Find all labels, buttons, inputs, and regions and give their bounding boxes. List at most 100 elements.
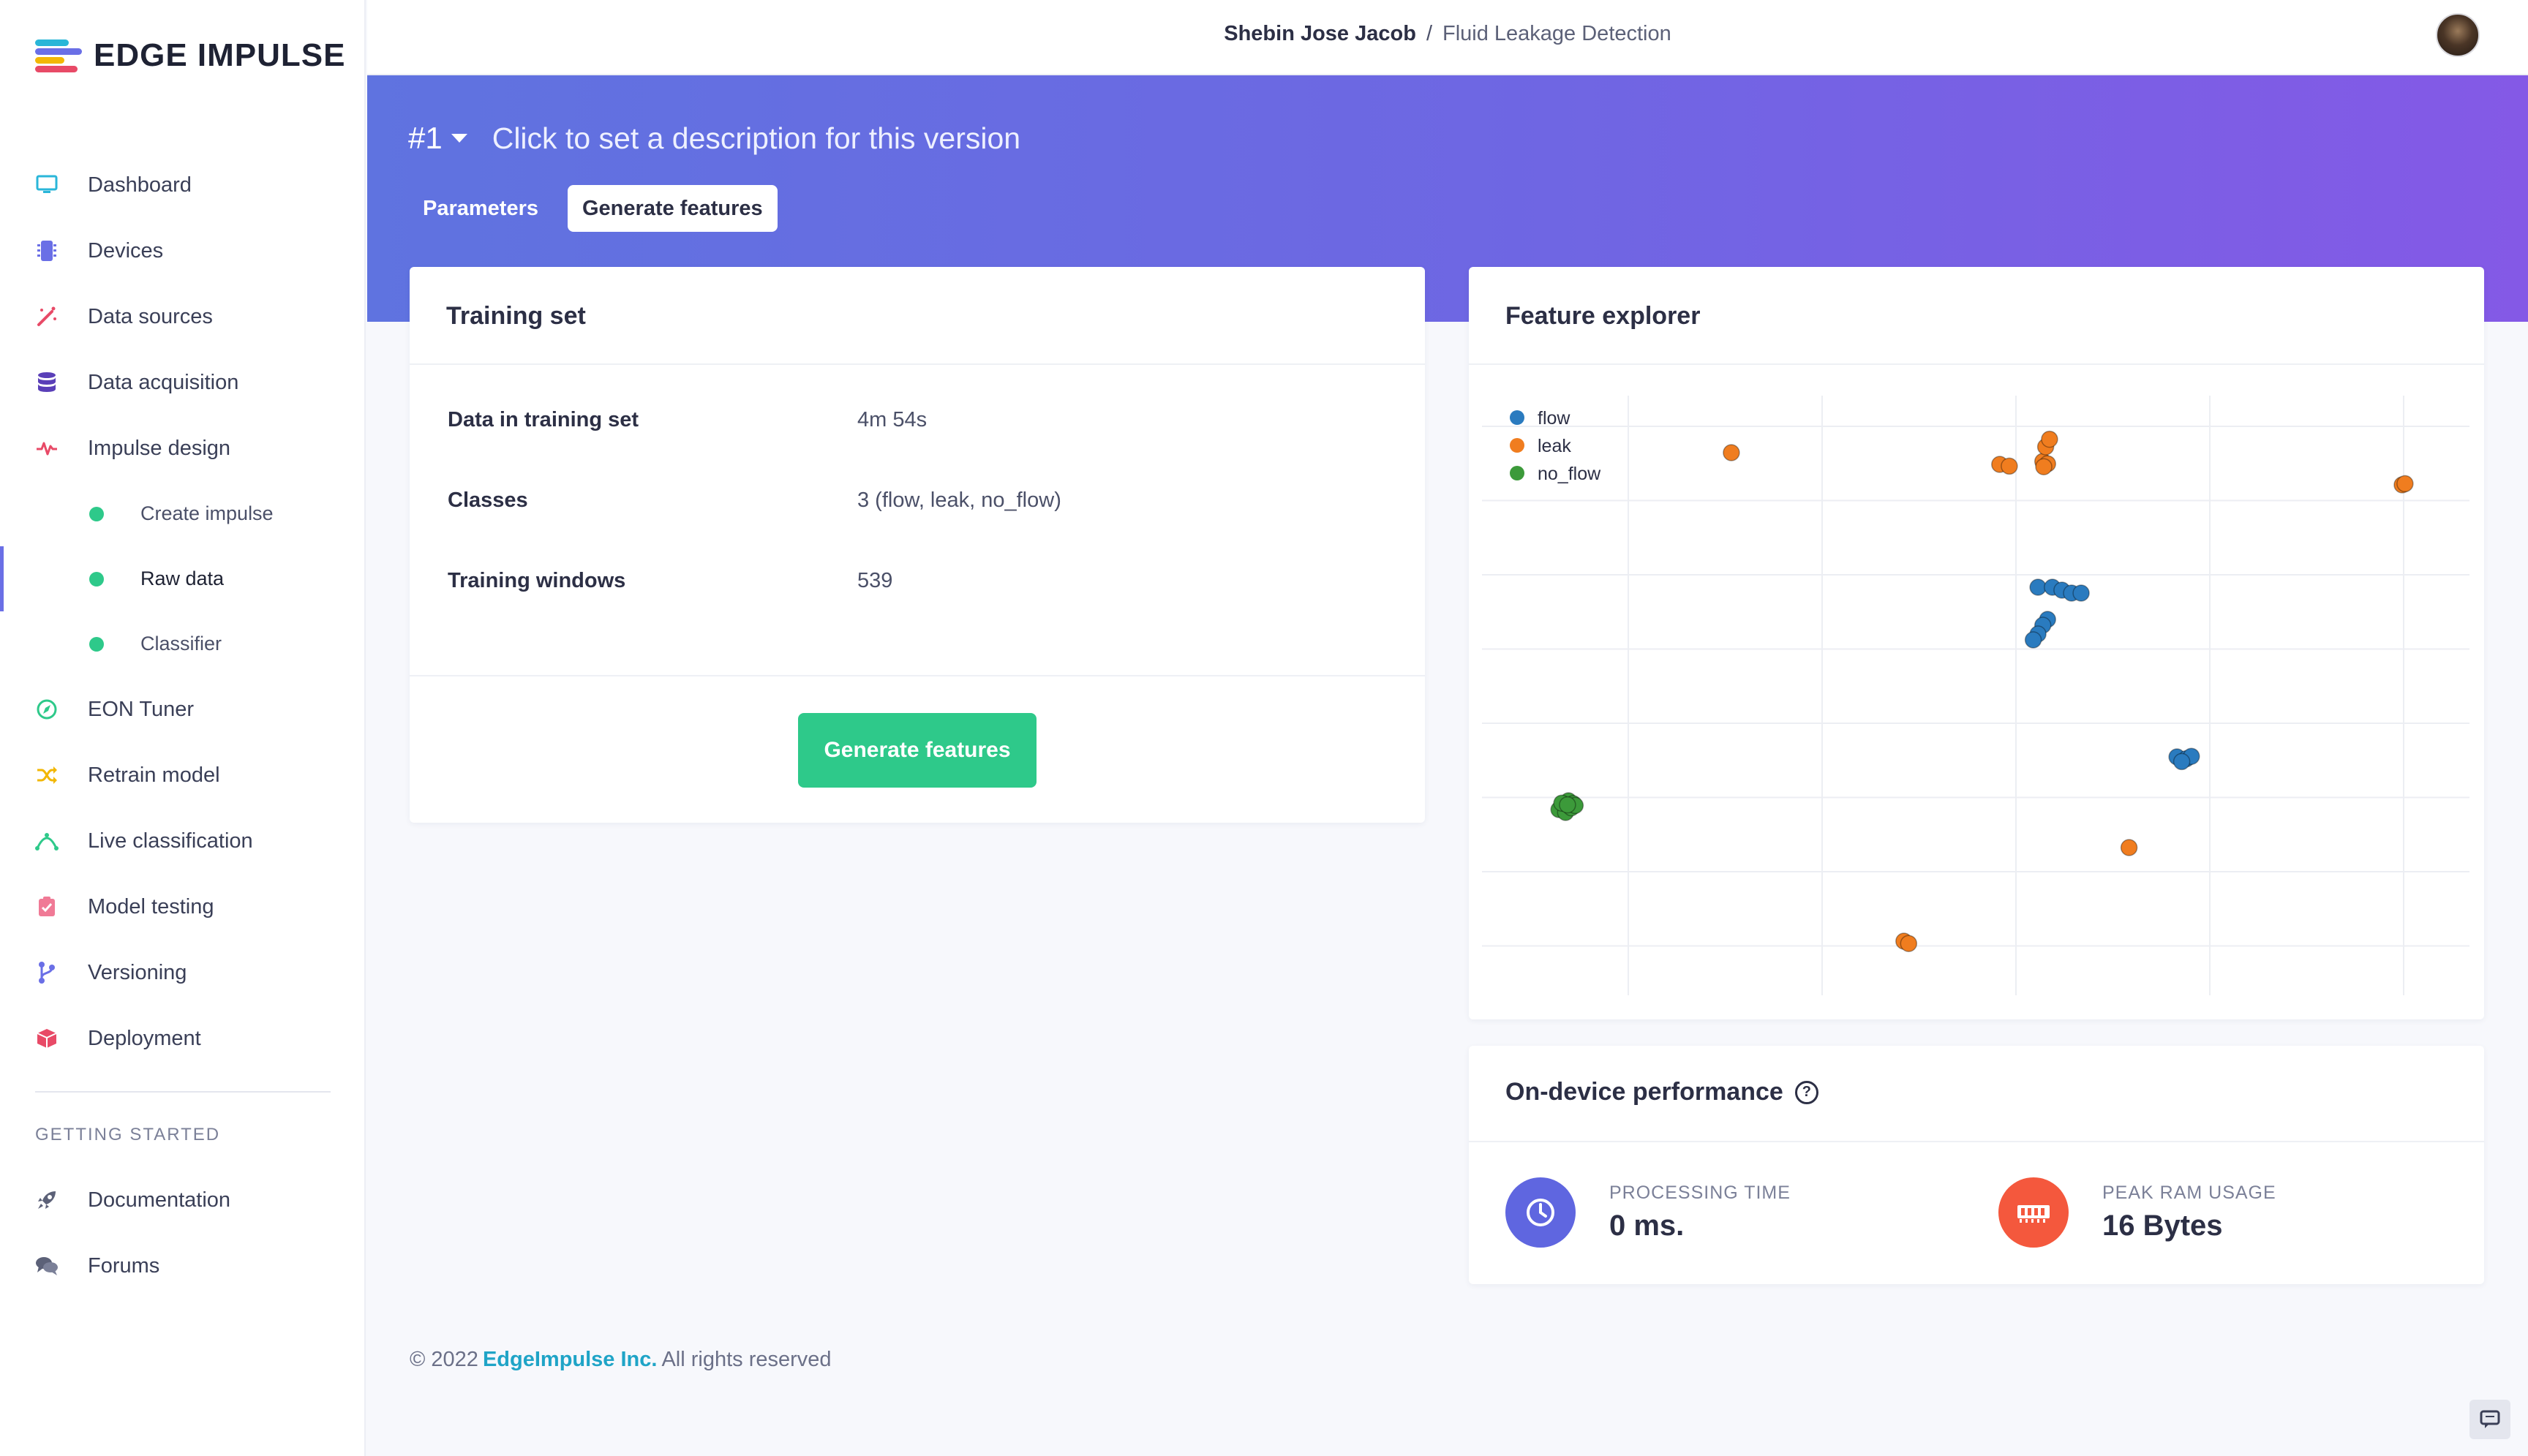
- scatter-point-leak[interactable]: [2035, 458, 2053, 475]
- sidebar-item-documentation[interactable]: Documentation: [0, 1167, 366, 1233]
- card-divider: [1469, 363, 2484, 365]
- generate-features-button[interactable]: Generate features: [798, 713, 1037, 788]
- footer: © 2022 EdgeImpulse Inc. All rights reserve…: [410, 1348, 832, 1372]
- sidebar-item-label: Devices: [88, 238, 164, 263]
- footer-rights: All rights reserved: [661, 1348, 832, 1371]
- breadcrumb-project[interactable]: Fluid Leakage Detection: [1442, 22, 1671, 45]
- legend-label-flow[interactable]: flow: [1538, 408, 1570, 429]
- sidebar-item-impulse-design[interactable]: Impulse design: [0, 415, 366, 481]
- sidebar-item-label: Documentation: [88, 1188, 231, 1212]
- legend-marker-flow: [1510, 410, 1524, 425]
- scatter-point-leak[interactable]: [2120, 839, 2138, 856]
- on-device-performance-card: On-device performance ? PROCESSING TIME …: [1469, 1046, 2484, 1284]
- pulse-icon: [35, 437, 59, 460]
- legend-marker-no_flow: [1510, 466, 1524, 480]
- legend-marker-leak: [1510, 438, 1524, 453]
- clock-icon: [1505, 1177, 1576, 1248]
- sidebar-item-eon-tuner[interactable]: EON Tuner: [0, 676, 366, 742]
- sidebar-item-label: Deployment: [88, 1026, 201, 1050]
- curve-icon: [35, 829, 59, 853]
- breadcrumb-owner[interactable]: Shebin Jose Jacob: [1224, 22, 1416, 45]
- scatter-point-flow[interactable]: [2029, 578, 2047, 596]
- sidebar-subitem-label: Raw data: [140, 567, 225, 589]
- rocket-icon: [35, 1188, 59, 1212]
- status-dot: [89, 506, 104, 521]
- sidebar-item-deployment[interactable]: Deployment: [0, 1006, 366, 1071]
- footer-company-link[interactable]: EdgeImpulse Inc.: [483, 1348, 658, 1371]
- avatar[interactable]: [2436, 13, 2480, 57]
- card-divider: [410, 675, 1425, 676]
- sidebar-nav: Dashboard Devices Data sources Data acqu…: [0, 152, 366, 1071]
- sidebar-item-versioning[interactable]: Versioning: [0, 940, 366, 1006]
- status-dot: [89, 571, 104, 586]
- scatter-point-leak[interactable]: [1900, 935, 1918, 952]
- compass-icon: [35, 698, 59, 721]
- top-bar: Shebin Jose Jacob / Fluid Leakage Detectio…: [367, 0, 2528, 75]
- git-branch-icon: [35, 961, 59, 984]
- performance-title: On-device performance ?: [1505, 1078, 1818, 1106]
- metric-peak-ram: PEAK RAM USAGE 16 Bytes: [1998, 1177, 2276, 1248]
- row-value: 3 (flow, leak, no_flow): [857, 489, 1061, 512]
- footer-copyright: © 2022: [410, 1348, 478, 1371]
- sidebar-item-forums[interactable]: Forums: [0, 1233, 366, 1299]
- help-icon[interactable]: ?: [1794, 1080, 1818, 1104]
- row-value: 4m 54s: [857, 408, 928, 431]
- legend-label-leak[interactable]: leak: [1538, 436, 1571, 456]
- performance-title-text: On-device performance: [1505, 1078, 1783, 1106]
- sidebar-item-label: Dashboard: [88, 173, 192, 197]
- version-number[interactable]: #1: [408, 121, 443, 156]
- sidebar-item-data-acquisition[interactable]: Data acquisition: [0, 350, 366, 415]
- memory-icon: [1998, 1177, 2069, 1248]
- shuffle-icon: [35, 763, 59, 787]
- sidebar-item-dashboard[interactable]: Dashboard: [0, 152, 366, 218]
- sidebar-item-data-sources[interactable]: Data sources: [0, 284, 366, 350]
- sidebar-item-label: Data sources: [88, 304, 213, 328]
- tab-generate-features[interactable]: Generate features: [568, 185, 778, 232]
- sidebar-divider: [35, 1091, 331, 1093]
- feedback-button[interactable]: [2469, 1400, 2510, 1439]
- breadcrumb: Shebin Jose Jacob / Fluid Leakage Detectio…: [367, 22, 2528, 46]
- sidebar-item-live-classification[interactable]: Live classification: [0, 808, 366, 874]
- scatter-point-no_flow[interactable]: [1559, 796, 1576, 814]
- training-set-card: Training set Data in training set 4m 54s…: [410, 267, 1425, 823]
- sidebar-item-label: Impulse design: [88, 436, 231, 460]
- tab-parameters[interactable]: Parameters: [408, 185, 553, 232]
- sidebar-item-label: Forums: [88, 1253, 160, 1278]
- caret-down-icon[interactable]: [451, 134, 467, 143]
- sidebar-item-label: Retrain model: [88, 763, 220, 787]
- scatter-point-leak[interactable]: [2041, 430, 2058, 448]
- version-description[interactable]: Click to set a description for this vers…: [492, 121, 1020, 156]
- sidebar-item-model-testing[interactable]: Model testing: [0, 874, 366, 940]
- sidebar-item-label: Data acquisition: [88, 370, 239, 394]
- sidebar-subitem-label: Classifier: [140, 633, 222, 655]
- scatter-point-flow[interactable]: [2172, 752, 2191, 771]
- logo-text: EDGE IMPULSE: [94, 37, 346, 73]
- sidebar-subitem-raw-data[interactable]: Raw data: [0, 546, 366, 611]
- version-selector[interactable]: #1 Click to set a description for this v…: [408, 121, 1020, 156]
- feature-scatter-plot[interactable]: flow leak no_flow: [1482, 396, 2469, 995]
- database-icon: [35, 371, 59, 394]
- legend-label-no_flow[interactable]: no_flow: [1538, 464, 1601, 484]
- scatter-point-leak[interactable]: [1723, 444, 1740, 461]
- scatter-point-leak[interactable]: [2001, 457, 2018, 475]
- sidebar-item-retrain-model[interactable]: Retrain model: [0, 742, 366, 808]
- sidebar-subitem-classifier[interactable]: Classifier: [0, 611, 366, 676]
- logo[interactable]: EDGE IMPULSE: [35, 37, 346, 75]
- scatter-point-flow[interactable]: [2072, 584, 2090, 602]
- scatter-point-flow[interactable]: [2024, 631, 2042, 649]
- monitor-icon: [35, 173, 59, 197]
- scatter-point-leak[interactable]: [2396, 475, 2414, 493]
- sidebar-item-label: Live classification: [88, 829, 253, 853]
- row-label: Classes: [448, 489, 528, 512]
- breadcrumb-separator: /: [1426, 22, 1432, 45]
- training-set-title: Training set: [446, 302, 586, 330]
- sidebar-item-devices[interactable]: Devices: [0, 218, 366, 284]
- sidebar-subitem-create-impulse[interactable]: Create impulse: [0, 481, 366, 546]
- sidebar-subitem-label: Create impulse: [140, 502, 274, 524]
- metric-value: 16 Bytes: [2102, 1210, 2223, 1242]
- chip-icon: [35, 239, 59, 263]
- sidebar-item-label: Model testing: [88, 894, 214, 919]
- feature-explorer-card: Feature explorer flow leak no_flow: [1469, 267, 2484, 1019]
- metric-processing-time: PROCESSING TIME 0 ms.: [1505, 1177, 1791, 1248]
- sidebar-item-label: Versioning: [88, 960, 187, 984]
